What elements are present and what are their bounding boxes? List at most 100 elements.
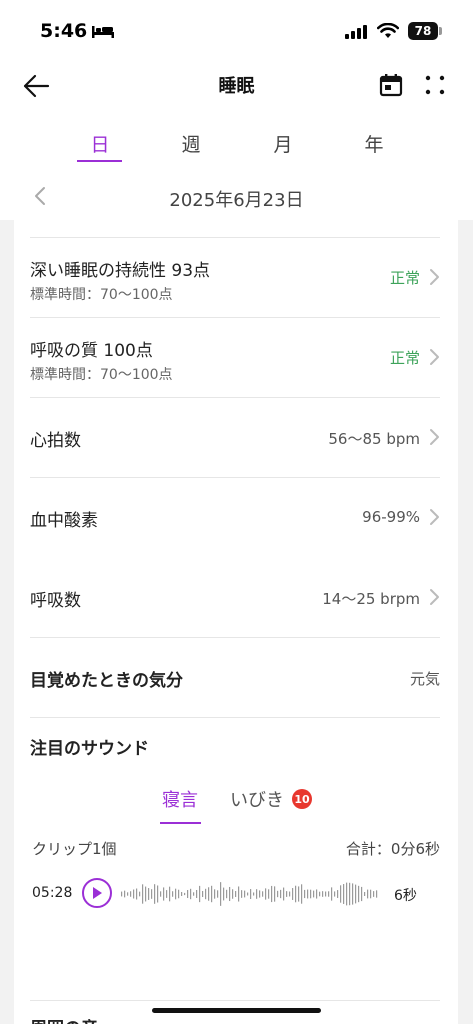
tab-sleep-talk[interactable]: 寝言: [162, 786, 198, 812]
waveform-bar: [334, 891, 336, 897]
waveform-bar: [169, 886, 171, 902]
tab-snoring[interactable]: いびき: [230, 786, 284, 812]
waveform-bar: [160, 891, 162, 897]
waveform[interactable]: [120, 880, 380, 908]
tab-month[interactable]: 月: [253, 130, 313, 157]
row-title: 呼吸の質 100点: [30, 341, 153, 361]
waveform-bar: [313, 890, 315, 898]
waveform-bar: [364, 891, 366, 897]
waveform-bar: [130, 891, 132, 897]
row-subtitle: 標準時間：70～100点: [30, 287, 173, 303]
clip-time: 05:28: [32, 885, 73, 901]
waveform-bar: [124, 890, 126, 898]
waveform-bar: [373, 891, 375, 897]
waveform-bar: [133, 889, 135, 899]
waveform-bar: [238, 886, 240, 902]
row-deep-sleep-continuity[interactable]: 深い睡眠の持続性 93点 標準時間：70～100点 正常: [30, 250, 440, 310]
sound-tab-underline: [160, 822, 201, 824]
row-title: 深い睡眠の持続性 93点: [30, 261, 211, 281]
waveform-bar: [274, 886, 276, 902]
row-title: 呼吸数: [30, 591, 81, 611]
waveform-bar: [352, 883, 354, 905]
waveform-bar: [151, 889, 153, 899]
waveform-bar: [142, 884, 144, 904]
waveform-bar: [190, 888, 192, 900]
more-options-button[interactable]: [420, 70, 450, 100]
divider: [30, 1000, 440, 1001]
wifi-icon: [377, 23, 399, 38]
waveform-bar: [340, 885, 342, 903]
tab-year[interactable]: 年: [344, 130, 404, 157]
waveform-bar: [367, 889, 369, 899]
waveform-bar: [214, 889, 216, 899]
row-value: 14～25 brpm: [322, 590, 420, 608]
period-tabs: 日 週 月 年: [0, 110, 473, 170]
divider: [30, 637, 440, 638]
date-label: 2025年6月23日: [169, 190, 304, 211]
waveform-bar: [310, 889, 312, 899]
calendar-icon: [379, 74, 403, 97]
waveform-bar: [322, 891, 324, 897]
waveform-bar: [370, 889, 372, 899]
row-respiratory-rate[interactable]: 呼吸数 14～25 brpm: [30, 570, 440, 626]
sleep-detail-card: 深い睡眠の持続性 93点 標準時間：70～100点 正常 呼吸の質 100点 標…: [14, 220, 458, 1024]
chevron-right-icon: [430, 509, 439, 525]
waveform-bar: [256, 889, 258, 899]
play-button[interactable]: [82, 878, 112, 908]
row-wakeup-mood: 目覚めたときの気分 元気: [30, 650, 440, 706]
waveform-bar: [292, 888, 294, 900]
waveform-bar: [199, 885, 201, 903]
waveform-bar: [295, 885, 297, 903]
waveform-bar: [319, 891, 321, 897]
tab-day[interactable]: 日: [70, 130, 130, 157]
more-dots-icon: [425, 75, 445, 95]
waveform-bar: [250, 889, 252, 899]
row-heart-rate[interactable]: 心拍数 56～85 bpm: [30, 410, 440, 466]
status-bar: 5:46 78: [0, 0, 473, 60]
row-breathing-quality[interactable]: 呼吸の質 100点 標準時間：70～100点 正常: [30, 330, 440, 390]
waveform-bar: [193, 892, 195, 896]
waveform-bar: [277, 890, 279, 898]
waveform-bar: [139, 891, 141, 897]
waveform-bar: [280, 889, 282, 899]
divider: [30, 317, 440, 318]
waveform-bar: [349, 882, 351, 906]
waveform-bar: [283, 887, 285, 901]
waveform-bar: [343, 884, 345, 904]
waveform-bar: [184, 892, 186, 896]
clip-total: 合計：0分6秒: [345, 840, 440, 858]
home-indicator: [152, 1008, 321, 1013]
divider: [30, 237, 440, 238]
waveform-bar: [145, 886, 147, 902]
waveform-bar: [358, 885, 360, 903]
play-icon: [93, 887, 102, 899]
waveform-bar: [220, 882, 222, 906]
waveform-bar: [361, 886, 363, 902]
waveform-bar: [211, 885, 213, 903]
waveform-bar: [166, 890, 168, 898]
status-time: 5:46: [40, 20, 88, 42]
waveform-bar: [262, 891, 264, 897]
calendar-button[interactable]: [376, 70, 406, 100]
row-blood-oxygen[interactable]: 血中酸素 96-99%: [30, 490, 440, 546]
waveform-bar: [175, 888, 177, 900]
row-value: 96-99%: [362, 508, 420, 526]
chevron-right-icon: [430, 269, 439, 285]
waveform-bar: [376, 890, 378, 898]
row-value: 56～85 bpm: [328, 430, 420, 448]
waveform-bar: [148, 888, 150, 900]
waveform-bar: [289, 891, 291, 897]
sound-section-title: 注目のサウンド: [30, 739, 149, 759]
clip-count: クリップ1個: [32, 840, 117, 858]
waveform-bar: [325, 891, 327, 897]
row-title: 血中酸素: [30, 511, 98, 531]
row-title: 心拍数: [30, 431, 81, 451]
waveform-bar: [178, 889, 180, 899]
divider: [30, 717, 440, 718]
tab-week[interactable]: 週: [161, 130, 221, 157]
waveform-bar: [331, 887, 333, 901]
row-subtitle: 標準時間：70～100点: [30, 367, 173, 383]
waveform-bar: [202, 890, 204, 898]
status-label: 正常: [389, 269, 420, 287]
waveform-bar: [337, 890, 339, 898]
